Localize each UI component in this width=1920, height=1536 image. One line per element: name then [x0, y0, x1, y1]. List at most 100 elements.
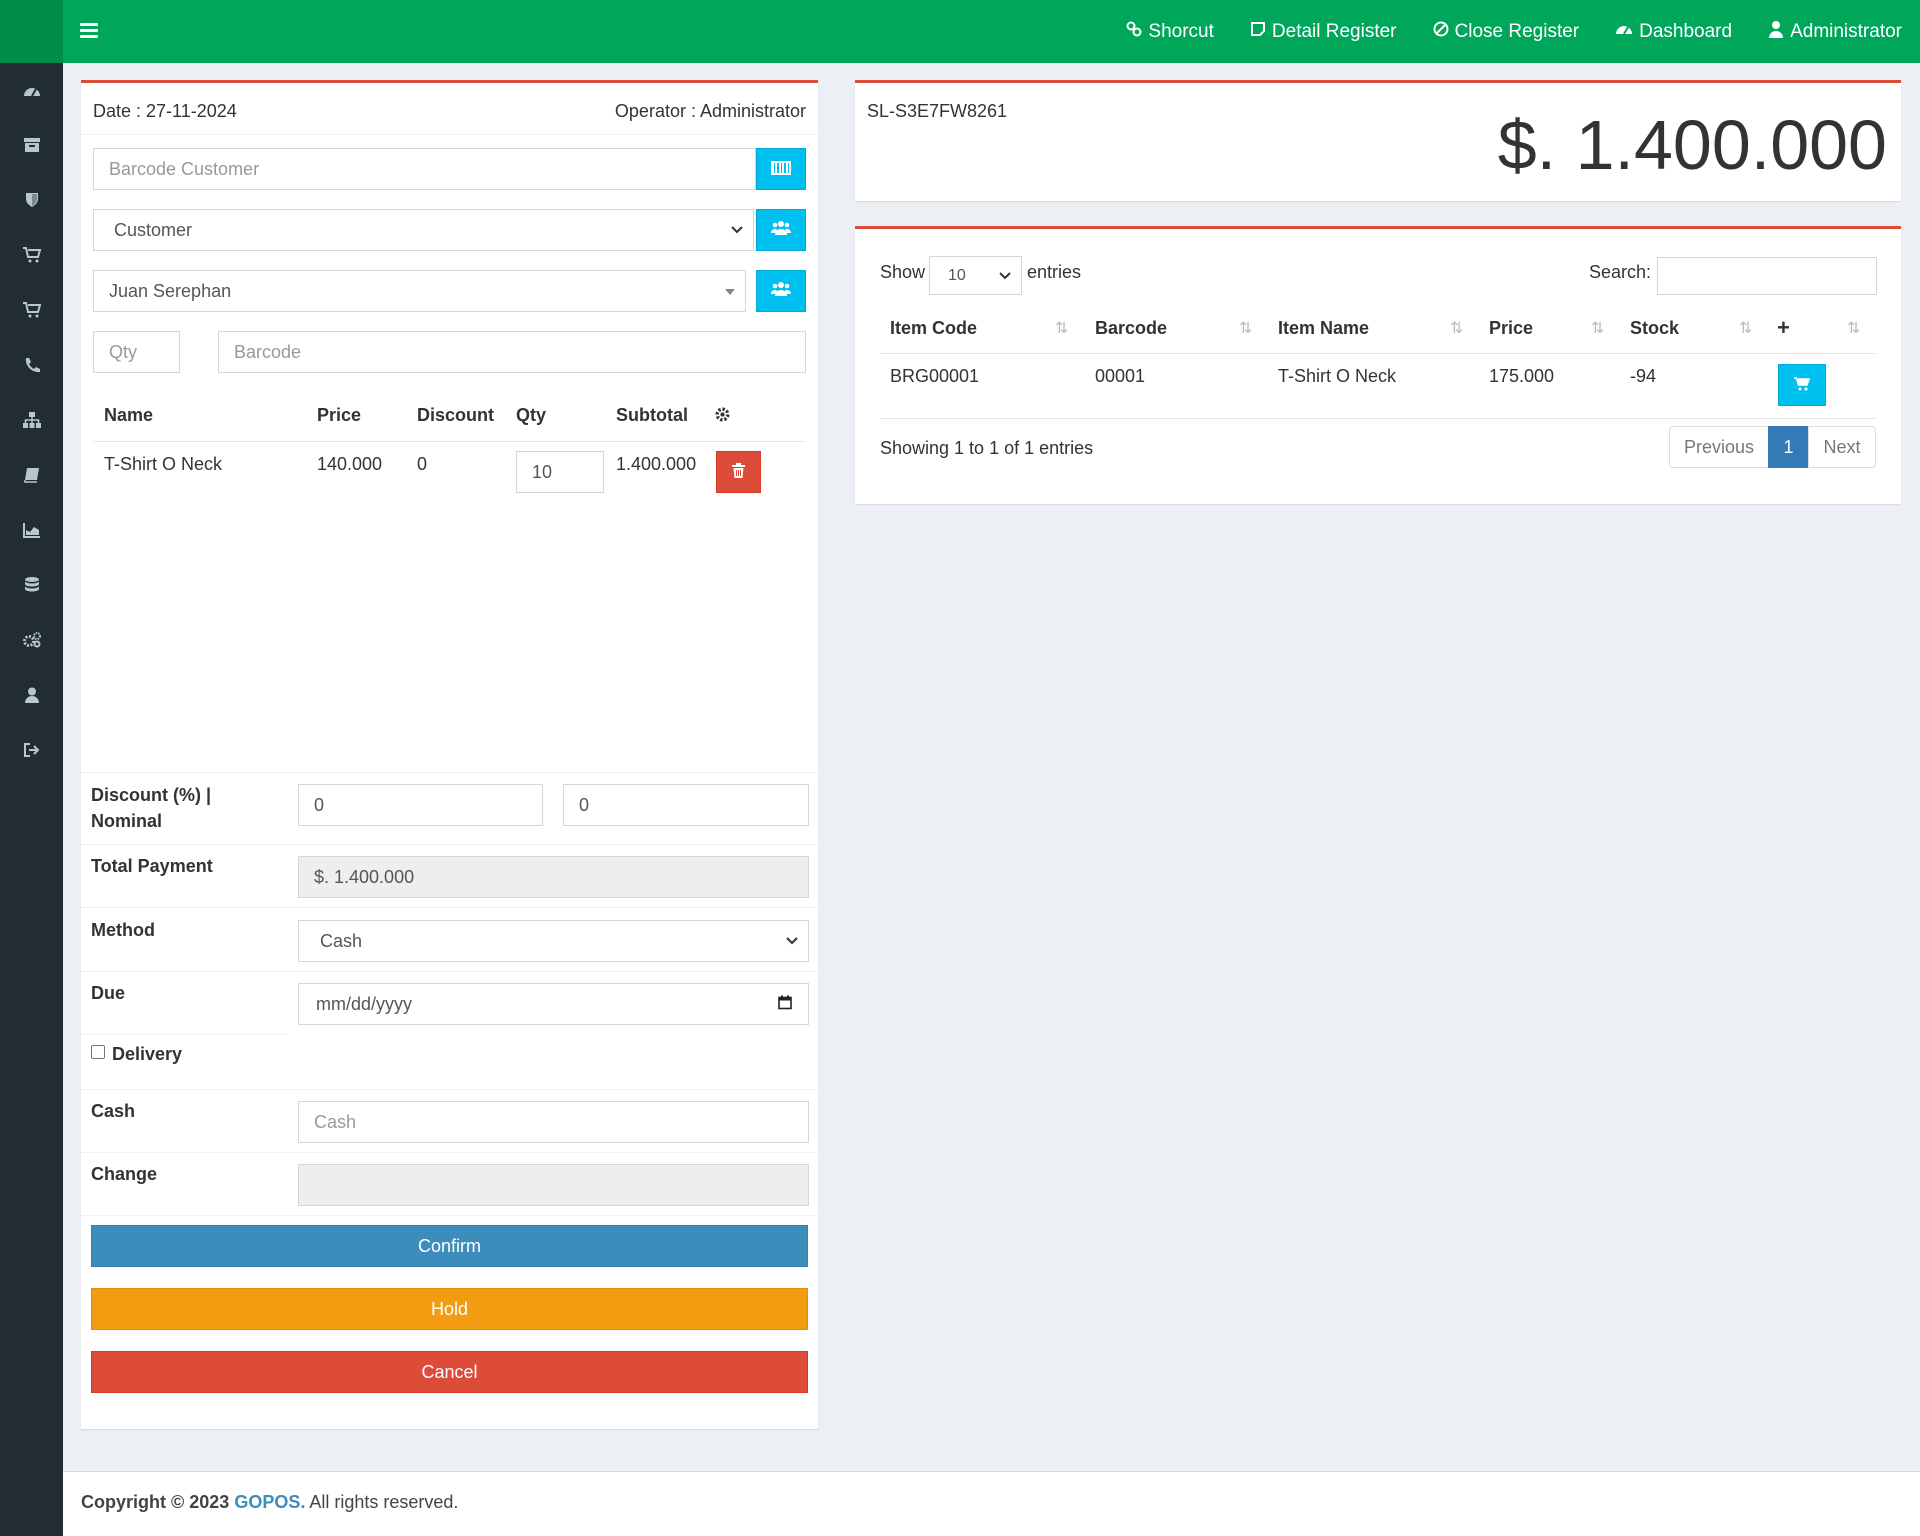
- sidebar-shield-icon[interactable]: [0, 180, 63, 220]
- entries-label: entries: [1027, 262, 1082, 282]
- table-info: Showing 1 to 1 of 1 entries: [880, 438, 1094, 458]
- sidebar-sitemap-icon[interactable]: [0, 400, 63, 440]
- table-search-input[interactable]: [1657, 257, 1877, 295]
- barcode-input[interactable]: Barcode: [218, 331, 806, 373]
- pagination-previous[interactable]: Previous: [1669, 426, 1769, 468]
- add-to-cart-button[interactable]: [1778, 364, 1826, 406]
- sidebar-sign-out-icon[interactable]: [0, 730, 63, 770]
- qty-input[interactable]: Qty: [93, 331, 180, 373]
- pagination-page-1[interactable]: 1: [1768, 426, 1809, 468]
- sidebar-archive-icon[interactable]: [0, 125, 63, 165]
- discount-label: Discount (%) | Nominal: [91, 785, 212, 831]
- sort-icon: ⇅: [1450, 320, 1464, 337]
- nav-user-menu[interactable]: Administrator: [1750, 0, 1920, 63]
- nav-dashboard[interactable]: Dashboard: [1597, 0, 1750, 63]
- page-size-select[interactable]: 10: [929, 256, 1022, 295]
- sidebar-dashboard-icon[interactable]: [0, 70, 63, 110]
- due-date-input[interactable]: mm/dd/yyyy: [298, 983, 809, 1025]
- item-code-cell: BRG00001: [890, 366, 980, 386]
- hold-button[interactable]: Hold: [91, 1288, 808, 1330]
- cart-item-subtotal: 1.400.000: [616, 454, 697, 474]
- due-label: Due: [91, 983, 126, 1003]
- sort-icon: ⇅: [1847, 320, 1861, 337]
- change-label: Change: [91, 1164, 158, 1184]
- nav-shortcut[interactable]: Shorcut: [1108, 0, 1231, 63]
- pagination-next[interactable]: Next: [1808, 426, 1876, 468]
- scan-barcode-button[interactable]: [756, 148, 806, 190]
- chevron-down-icon: [731, 223, 743, 237]
- sidebar-gears-icon[interactable]: [0, 620, 63, 660]
- add-customer-button[interactable]: [756, 270, 806, 312]
- dashboard-icon: [1615, 21, 1633, 42]
- change-field: [298, 1164, 809, 1206]
- nav-dashboard-label: Dashboard: [1639, 20, 1733, 42]
- barcode-customer-input[interactable]: Barcode Customer: [93, 148, 756, 190]
- users-icon: [770, 281, 792, 302]
- sidebar: [0, 63, 63, 1536]
- item-stock-cell: -94: [1630, 366, 1657, 386]
- col-header-price[interactable]: Price: [1489, 318, 1533, 339]
- page-size-value: 10: [948, 266, 966, 284]
- top-navbar: Shorcut Detail Register Close Register D…: [0, 0, 1920, 63]
- sale-date: Date : 27-11-2024: [93, 101, 237, 121]
- delivery-label: Delivery: [112, 1044, 183, 1064]
- item-price-cell: 175.000: [1489, 366, 1555, 386]
- sidebar-cart-icon[interactable]: [0, 235, 63, 275]
- col-header-add-icon: +: [1777, 315, 1790, 340]
- delivery-checkbox[interactable]: [91, 1045, 105, 1059]
- customer-name-select[interactable]: Juan Serephan: [93, 270, 746, 312]
- ban-icon: [1433, 21, 1449, 42]
- calendar-icon: [778, 995, 792, 1013]
- cart-item-price: 140.000: [317, 454, 383, 474]
- delete-item-button[interactable]: [716, 451, 761, 493]
- cart-header-qty: Qty: [516, 405, 547, 425]
- sort-icon: ⇅: [1239, 320, 1253, 337]
- nav-user-label: Administrator: [1790, 20, 1902, 42]
- sort-icon: ⇅: [1055, 320, 1069, 337]
- cart-item-name: T-Shirt O Neck: [104, 454, 223, 474]
- cart-item-qty-input[interactable]: 10: [516, 451, 604, 493]
- cart-icon: [1794, 375, 1811, 396]
- col-header-item-name[interactable]: Item Name: [1278, 318, 1369, 339]
- total-payment-field: $. 1.400.000: [298, 856, 809, 898]
- item-barcode-cell: 00001: [1095, 366, 1146, 386]
- nav-close-register[interactable]: Close Register: [1415, 0, 1598, 63]
- cart-header-name: Name: [104, 405, 154, 425]
- sidebar-database-icon[interactable]: [0, 565, 63, 605]
- confirm-button[interactable]: Confirm: [91, 1225, 808, 1267]
- nav-shortcut-label: Shorcut: [1148, 20, 1214, 42]
- show-label: Show: [880, 262, 926, 282]
- nav-detail-register[interactable]: Detail Register: [1232, 0, 1415, 63]
- nav-close-register-label: Close Register: [1454, 20, 1580, 42]
- caret-down-icon: [725, 284, 735, 298]
- logo-block: [0, 0, 63, 63]
- chevron-down-icon: [786, 934, 798, 948]
- col-header-item-code[interactable]: Item Code: [890, 318, 977, 339]
- sidebar-user-icon[interactable]: [0, 675, 63, 715]
- col-header-stock[interactable]: Stock: [1630, 318, 1679, 339]
- cart-header-subtotal: Subtotal: [616, 405, 688, 425]
- sidebar-book-icon[interactable]: [0, 455, 63, 495]
- link-icon: [1126, 21, 1142, 42]
- cash-label: Cash: [91, 1101, 136, 1121]
- cart-item-discount: 0: [417, 454, 428, 474]
- customer-type-select[interactable]: Customer: [93, 209, 754, 251]
- cash-input[interactable]: Cash: [298, 1101, 809, 1143]
- sidebar-phone-icon[interactable]: [0, 345, 63, 385]
- footer-copyright: Copyright © 2023 GOPOS. All rights reser…: [81, 1492, 458, 1513]
- discount-nominal-input[interactable]: 0: [563, 784, 809, 826]
- sort-icon: ⇅: [1739, 320, 1753, 337]
- footer-brand-link[interactable]: GOPOS.: [234, 1492, 305, 1512]
- customer-group-button[interactable]: [756, 209, 806, 251]
- sidebar-chart-icon[interactable]: [0, 510, 63, 550]
- barcode-icon: [771, 159, 791, 180]
- payment-method-select[interactable]: Cash: [298, 920, 809, 962]
- col-header-barcode[interactable]: Barcode: [1095, 318, 1167, 339]
- customer-name-value: Juan Serephan: [109, 280, 232, 301]
- sidebar-cart-plus-icon[interactable]: [0, 290, 63, 330]
- cancel-button[interactable]: Cancel: [91, 1351, 808, 1393]
- cart-header-discount: Discount: [417, 405, 495, 425]
- discount-percent-input[interactable]: 0: [298, 784, 543, 826]
- item-name-cell: T-Shirt O Neck: [1278, 366, 1397, 386]
- menu-toggle-icon[interactable]: [80, 20, 98, 42]
